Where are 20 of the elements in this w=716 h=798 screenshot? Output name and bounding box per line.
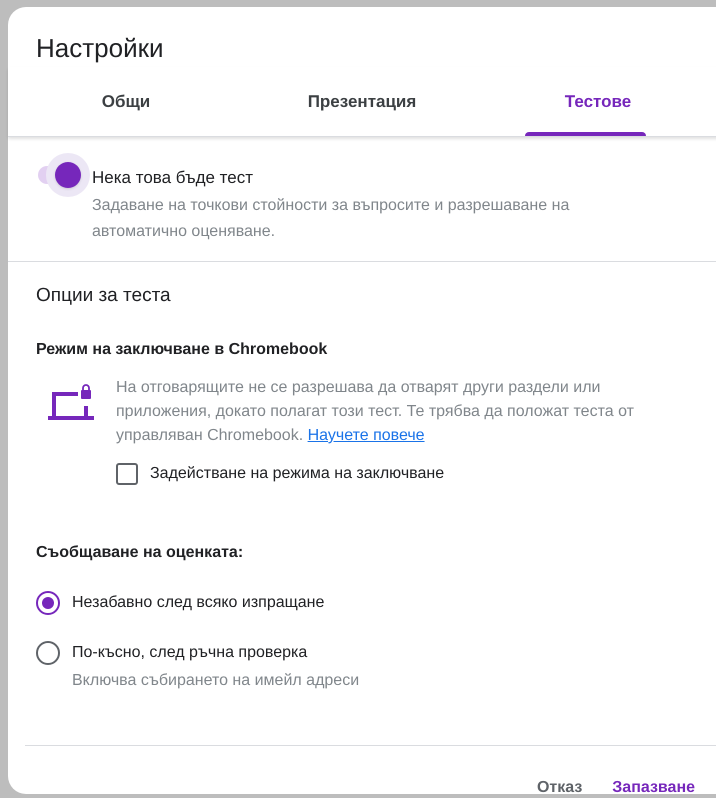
cancel-button[interactable]: Отказ <box>536 776 582 798</box>
checkbox-label: Задействане на режима на заключване <box>150 464 444 484</box>
lockdown-heading: Режим на заключване в Chromebook <box>36 340 328 360</box>
radio-hint: Включва събирането на имейл адреси <box>72 671 360 691</box>
checkbox[interactable] <box>116 463 138 485</box>
grade-release-heading: Съобщаване на оценката: <box>36 543 244 563</box>
dialog-title: Настройки <box>35 32 164 65</box>
toggle-description: Задаване на точкови стойности за въпросите и разрешаване на автоматично оценяване. <box>92 196 570 242</box>
tab[interactable]: Тестове <box>480 67 716 136</box>
radio-label: Незабавно след всяко изпращане <box>72 593 324 613</box>
learn-more-link[interactable]: Научете повече <box>308 427 425 444</box>
radio-button[interactable] <box>36 641 60 665</box>
tab[interactable]: Презентация <box>244 67 480 136</box>
radio-button[interactable] <box>36 591 60 615</box>
tab[interactable]: Общи <box>8 67 244 136</box>
save-button[interactable]: Запазване <box>612 776 695 798</box>
section-heading: Опции за теста <box>36 284 171 308</box>
radio-label: По-късно, след ръчна проверка <box>72 643 308 663</box>
lockdown-description: На отговарящите не се разрешава да отварят други раздели или приложения, докато полагат този тест. Те трябва да положат теста от управляван Chromebook. Научете повече <box>116 378 635 446</box>
toggle-label: Нека това бъде тест <box>92 167 254 189</box>
